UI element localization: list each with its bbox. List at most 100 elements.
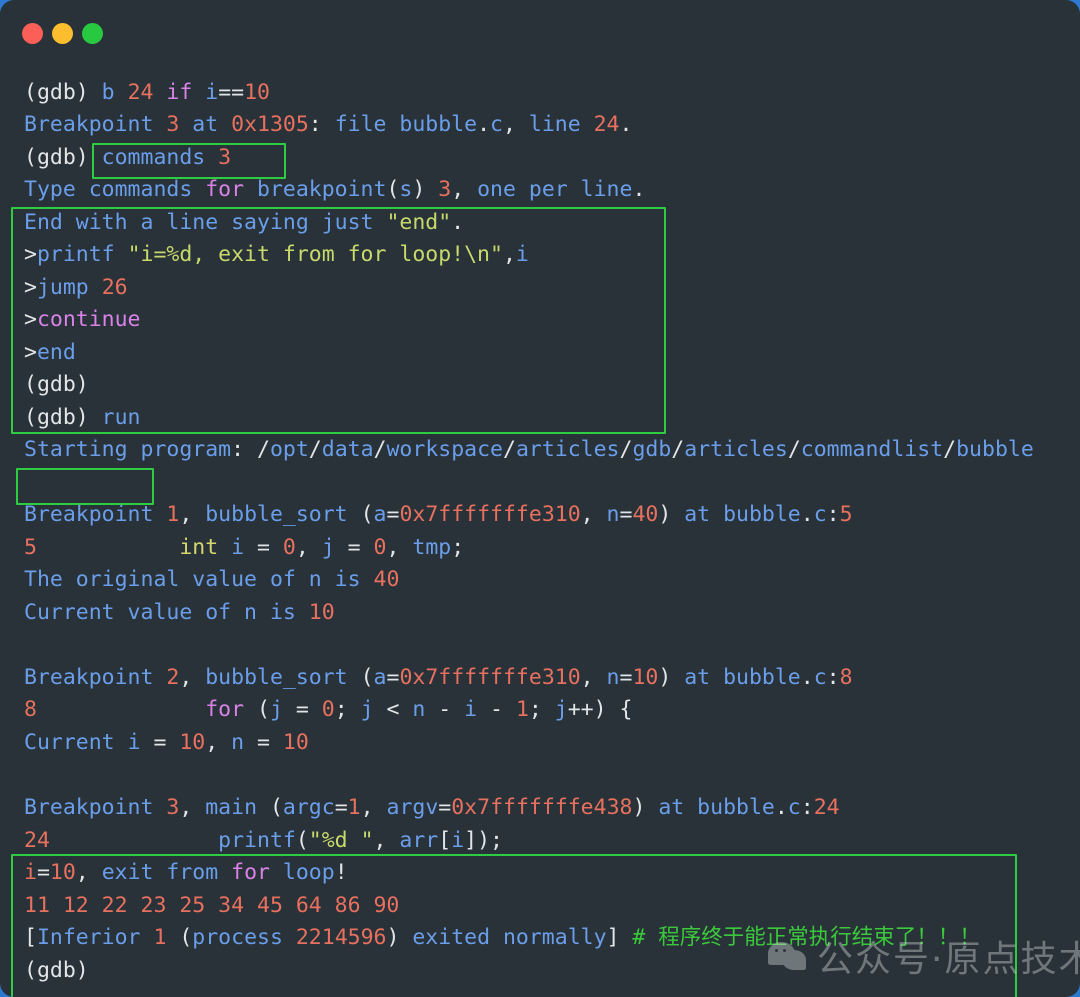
terminal-token: . (477, 112, 491, 137)
terminal-token: : (826, 665, 840, 690)
terminal-token: , (373, 828, 400, 853)
terminal-token: - (490, 697, 516, 722)
terminal-line: Breakpoint 1, bubble_sort (a=0x7fffffffe… (24, 499, 853, 531)
close-window-button[interactable] (22, 23, 43, 44)
terminal-token: . (619, 112, 633, 137)
terminal-token: 26 (101, 275, 128, 300)
terminal-token: ( (295, 828, 309, 853)
terminal-line: 11 12 22 23 25 34 45 64 86 90 (24, 890, 399, 922)
terminal-token: (gdb) (24, 145, 102, 170)
terminal-token: ; (451, 535, 465, 560)
terminal-line: >printf "i=%d, exit from for loop!\n",i (24, 239, 529, 271)
terminal-token: . (800, 502, 814, 527)
minimize-window-button[interactable] (52, 23, 73, 44)
terminal-line: Starting program: /opt/data/workspace/ar… (24, 434, 1034, 466)
terminal-window: (gdb) b 24 if i==10 Breakpoint 3 at 0x130… (0, 0, 1080, 997)
terminal-token: Breakpoint (24, 665, 167, 690)
terminal-token: c (813, 502, 827, 527)
terminal-token: Breakpoint (24, 112, 167, 137)
terminal-token: bubble_sort (205, 502, 361, 527)
terminal-token: = (36, 860, 50, 885)
terminal-token: exit from (101, 860, 232, 885)
terminal-token: Starting program (24, 437, 232, 462)
terminal-token: continue (36, 307, 141, 332)
terminal-token: "%d " (308, 828, 374, 853)
terminal-token: > (24, 340, 37, 365)
terminal-token: at bubble (684, 502, 801, 527)
terminal-token: ] (606, 925, 633, 950)
terminal-line: (gdb) (24, 369, 89, 401)
terminal-token: / (943, 437, 957, 462)
terminal-token: ; (528, 697, 555, 722)
terminal-console-output[interactable]: (gdb) b 24 if i==10 Breakpoint 3 at 0x130… (0, 66, 1080, 997)
terminal-line: >continue (24, 304, 141, 336)
terminal-token: 0 (373, 535, 387, 560)
terminal-token: End with a line saying just (24, 210, 387, 235)
terminal-token: = (153, 730, 180, 755)
terminal-token: / (619, 437, 633, 462)
terminal-token: int (179, 535, 232, 560)
terminal-token: i (515, 242, 529, 267)
terminal-token: ( (386, 177, 400, 202)
terminal-line: 5 int i = 0, j = 0, tmp; (24, 532, 464, 564)
terminal-token: . (800, 665, 814, 690)
terminal-token: Current (24, 730, 128, 755)
terminal-token: , (386, 535, 413, 560)
terminal-token: < (386, 697, 413, 722)
terminal-line: 24 printf("%d ", arr[i]); (24, 825, 503, 857)
terminal-token: i (24, 860, 37, 885)
terminal-token: 0x7fffffffe310 (399, 665, 581, 690)
terminal-token: . (451, 210, 465, 235)
terminal-token: 3 (166, 112, 180, 137)
terminal-token: , (179, 502, 206, 527)
terminal-token: : (308, 112, 335, 137)
terminal-token: ; (334, 697, 361, 722)
terminal-line: 8 for (j = 0; j < n - i - 1; j++) { (24, 694, 632, 726)
terminal-token: Current value of n is (24, 600, 309, 625)
terminal-token: [ (438, 828, 452, 853)
terminal-token: articles (684, 437, 788, 462)
terminal-token: 3 (218, 145, 232, 170)
terminal-token: (gdb) (24, 405, 102, 430)
terminal-token: , (179, 795, 206, 820)
terminal-token: = (295, 697, 322, 722)
maximize-window-button[interactable] (82, 23, 103, 44)
terminal-token: ) (658, 502, 685, 527)
terminal-token: 1 (153, 925, 180, 950)
terminal-token: a (373, 502, 387, 527)
terminal-token: ( (257, 697, 270, 722)
terminal-token: ( (269, 795, 283, 820)
terminal-token: end (36, 340, 76, 365)
terminal-token: 1 (347, 795, 361, 820)
terminal-token: n (231, 730, 258, 755)
terminal-line: The original value of n is 40 (24, 564, 399, 596)
terminal-token: ) (632, 795, 659, 820)
terminal-line: Breakpoint 3, main (argc=1, argv=0x7ffff… (24, 792, 840, 824)
terminal-token: 10 (308, 600, 335, 625)
terminal-token: 0x7fffffffe438 (451, 795, 633, 820)
terminal-token: ( (179, 925, 193, 950)
terminal-token: workspace (386, 437, 503, 462)
terminal-token: = (619, 665, 633, 690)
terminal-token: 0 (282, 535, 296, 560)
terminal-token: 10 (49, 860, 76, 885)
terminal-token: loop (282, 860, 335, 885)
terminal-token: ]); (464, 828, 504, 853)
terminal-token: = (386, 665, 400, 690)
terminal-token: j (360, 697, 387, 722)
terminal-token: 24 (813, 795, 840, 820)
terminal-line: i=10, exit from for loop! (24, 857, 348, 889)
terminal-token: jump (36, 275, 102, 300)
terminal-token: at bubble (658, 795, 775, 820)
terminal-token: 3 (438, 177, 452, 202)
terminal-token: 3 (166, 795, 180, 820)
terminal-token: > (24, 275, 37, 300)
terminal-token: , (295, 535, 322, 560)
terminal-token: 1 (166, 502, 180, 527)
terminal-token: for (231, 860, 283, 885)
terminal-token: ( (360, 665, 374, 690)
terminal-token: data (321, 437, 374, 462)
terminal-token: > (24, 242, 37, 267)
terminal-token: 0x7fffffffe310 (399, 502, 581, 527)
